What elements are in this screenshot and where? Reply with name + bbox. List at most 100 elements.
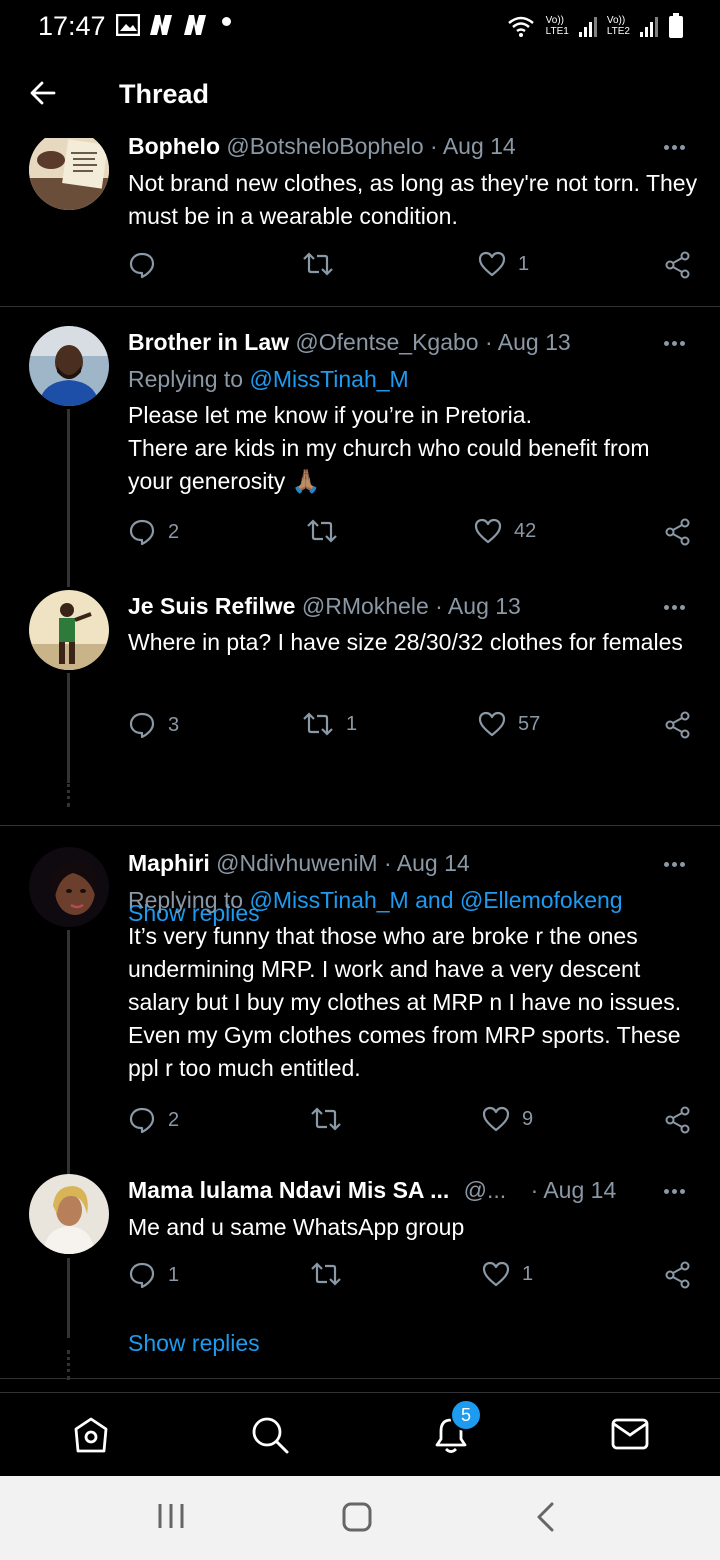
like-count: 1 [522, 1262, 534, 1285]
netflix-n-icon-2 [184, 15, 206, 35]
share-icon [665, 518, 690, 546]
tweet-actions: 1 1 [128, 1261, 694, 1295]
tweet[interactable]: Bophelo @BotsheloBophelo · Aug 14 Not br… [0, 120, 720, 306]
share-button[interactable] [664, 1106, 692, 1134]
tweet[interactable]: Brother in Law @Ofentse_Kgabo · Aug 13 R… [0, 307, 720, 585]
retweet-count: 1 [346, 712, 358, 735]
tweet[interactable]: Mama lulama Ndavi Mis SA ... @... · Aug … [0, 1174, 720, 1392]
reply-count: 1 [168, 1263, 180, 1286]
like-button[interactable]: 1 [478, 251, 529, 277]
tweet-text: Where in pta? I have size 28/30/32 cloth… [128, 629, 683, 655]
retweet-button[interactable] [310, 1106, 354, 1132]
reply-icon [129, 712, 155, 739]
handle[interactable]: @RMokhele [302, 593, 429, 619]
heart-icon [478, 251, 506, 277]
reply-button[interactable]: 2 [128, 1106, 179, 1134]
thread-line [67, 673, 70, 783]
notification-badge: 5 [450, 1399, 482, 1431]
avatar[interactable] [29, 847, 109, 927]
thread-line [67, 409, 70, 585]
share-button[interactable] [664, 711, 692, 739]
retweet-button[interactable] [302, 251, 346, 277]
reply-button[interactable]: 2 [128, 518, 179, 546]
home-button-icon[interactable] [340, 1500, 374, 1534]
tweet-header: Maphiri @NdivhuweniM · Aug 14 [128, 850, 470, 877]
reply-count: 2 [168, 1108, 180, 1131]
thread-line [67, 930, 70, 1178]
mention-link[interactable]: @MissTinah_M and @Ellemofokeng [249, 887, 622, 913]
tweet-text: It’s very funny that those who are broke… [128, 923, 682, 1081]
more-options-icon[interactable] [664, 859, 690, 869]
handle[interactable]: @... [464, 1177, 507, 1203]
tweet-actions: 2 9 [128, 1106, 694, 1140]
retweet-button[interactable] [306, 518, 350, 544]
share-icon [665, 1261, 690, 1289]
heart-icon [482, 1261, 510, 1287]
share-button[interactable] [664, 518, 692, 546]
avatar[interactable] [29, 326, 109, 406]
avatar-image [29, 1174, 109, 1254]
tweet[interactable]: Maphiri @NdivhuweniM · Aug 14 Replying t… [0, 826, 720, 1178]
heart-icon [478, 711, 506, 737]
messages-icon[interactable] [611, 1415, 649, 1453]
sim1-signal: Vo)) LTE1 [545, 15, 569, 37]
display-name[interactable]: Mama lulama Ndavi Mis SA ... [128, 1177, 449, 1203]
show-replies-link[interactable]: Show replies [128, 1330, 260, 1357]
share-button[interactable] [664, 1261, 692, 1289]
more-options-icon[interactable] [664, 338, 690, 348]
gallery-icon [116, 14, 140, 36]
like-button[interactable]: 1 [482, 1261, 533, 1287]
more-options-icon[interactable] [664, 602, 690, 612]
like-count: 9 [522, 1107, 534, 1130]
retweet-button[interactable]: 1 [302, 711, 357, 737]
tweet-actions: 3 1 57 [128, 711, 694, 745]
reply-button[interactable]: 3 [128, 711, 179, 739]
status-bar: 17:47 Vo)) LTE1 Vo)) LTE2 [0, 0, 720, 52]
back-arrow-icon[interactable] [28, 78, 58, 108]
avatar[interactable] [29, 130, 109, 210]
like-button[interactable]: 42 [474, 518, 536, 544]
more-options-icon[interactable] [664, 1186, 690, 1196]
avatar[interactable] [29, 1174, 109, 1254]
tweet-actions: 1 [128, 251, 694, 285]
reply-button[interactable] [128, 251, 168, 279]
avatar[interactable] [29, 590, 109, 670]
search-icon[interactable] [250, 1415, 290, 1455]
retweet-button[interactable] [310, 1261, 354, 1287]
divider [0, 1378, 720, 1379]
thread-feed[interactable]: Bophelo @BotsheloBophelo · Aug 14 Not br… [0, 120, 720, 1392]
more-options-icon[interactable] [664, 142, 690, 152]
replying-to: Replying to @MissTinah_M [128, 366, 409, 392]
tweet-text: Me and u same WhatsApp group [128, 1214, 465, 1240]
system-navigation-bar [0, 1476, 720, 1560]
reply-button[interactable]: 1 [128, 1261, 179, 1289]
tweet-date: · Aug 14 [383, 850, 470, 876]
display-name[interactable]: Je Suis Refilwe [128, 593, 295, 619]
sim2-bars-icon [640, 15, 658, 37]
avatar-image [29, 590, 109, 670]
handle[interactable]: @Ofentse_Kgabo [295, 329, 478, 355]
share-icon [665, 711, 690, 739]
display-name[interactable]: Maphiri [128, 850, 210, 876]
retweet-icon [303, 712, 333, 736]
recent-apps-icon[interactable] [156, 1500, 186, 1532]
back-button-icon[interactable] [532, 1500, 558, 1534]
tweet-date: · Aug 13 [485, 329, 571, 355]
handle[interactable]: @NdivhuweniM [216, 850, 377, 876]
tweet-actions: 2 42 [128, 518, 694, 552]
thread-line [67, 577, 70, 587]
thread-line [67, 1258, 70, 1338]
status-right-icons: Vo)) LTE1 Vo)) LTE2 [506, 13, 684, 39]
avatar-image [29, 130, 109, 210]
tweet-text: Not brand new clothes, as long as they'r… [128, 170, 698, 229]
home-icon[interactable] [72, 1415, 110, 1455]
heart-icon [482, 1106, 510, 1132]
share-button[interactable] [664, 251, 692, 279]
like-button[interactable]: 57 [478, 711, 540, 737]
tweet[interactable]: Je Suis Refilwe @RMokhele · Aug 13 Where… [0, 577, 720, 926]
like-count: 1 [518, 252, 530, 275]
mention-link[interactable]: @MissTinah_M [249, 366, 408, 392]
like-button[interactable]: 9 [482, 1106, 533, 1132]
display-name[interactable]: Brother in Law [128, 329, 289, 355]
battery-icon [669, 13, 683, 38]
